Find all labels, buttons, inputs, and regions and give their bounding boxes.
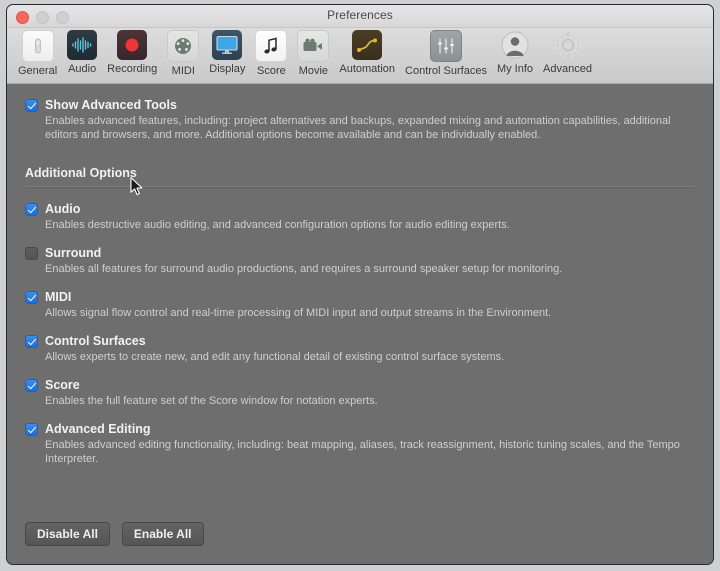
disable-all-button[interactable]: Disable All <box>25 522 110 546</box>
show-advanced-tools-label: Show Advanced Tools <box>45 98 177 112</box>
window-title: Preferences <box>327 8 393 22</box>
show-advanced-tools-checkbox[interactable] <box>25 99 38 112</box>
video-camera-icon <box>297 30 330 62</box>
action-buttons: Disable All Enable All <box>25 522 204 546</box>
toolbar-label: Movie <box>298 65 329 77</box>
toolbar-label: Score <box>256 65 286 77</box>
control-surfaces-label: Control Surfaces <box>45 334 146 348</box>
surround-label: Surround <box>45 246 102 260</box>
surround-row[interactable]: Surround <box>25 246 695 260</box>
pref-audio: Audio Enables destructive audio editing,… <box>25 202 695 232</box>
toolbar-item-midi[interactable]: MIDI <box>162 30 204 77</box>
toolbar-item-recording[interactable]: Recording <box>102 30 162 75</box>
toolbar-label: Advanced <box>543 63 592 75</box>
toolbar-item-display[interactable]: Display <box>204 30 250 75</box>
advanced-editing-description: Enables advanced editing functionality, … <box>45 439 680 465</box>
toolbar-item-control-surfaces[interactable]: Control Surfaces <box>400 30 492 77</box>
surround-checkbox[interactable] <box>25 247 38 260</box>
control-surfaces-row[interactable]: Control Surfaces <box>25 334 695 348</box>
advanced-editing-checkbox[interactable] <box>25 423 38 436</box>
automation-curve-icon <box>352 30 383 60</box>
enable-all-button[interactable]: Enable All <box>121 522 204 546</box>
midi-connector-icon <box>167 30 200 62</box>
toolbar-item-my-info[interactable]: My Info <box>492 30 538 75</box>
window-titlebar: Preferences <box>7 5 713 28</box>
toolbar-label: MIDI <box>171 65 195 77</box>
show-advanced-tools-description: Enables advanced features, including: pr… <box>45 115 671 141</box>
audio-row[interactable]: Audio <box>25 202 695 216</box>
advanced-editing-row[interactable]: Advanced Editing <box>25 422 695 436</box>
show-advanced-tools-row[interactable]: Show Advanced Tools <box>25 98 695 112</box>
audio-description: Enables destructive audio editing, and a… <box>45 219 510 231</box>
additional-options-header: Additional Options <box>25 166 137 180</box>
toolbar-item-movie[interactable]: Movie <box>292 30 334 77</box>
section-divider <box>25 186 695 188</box>
toolbar-label: Display <box>209 63 246 75</box>
audio-checkbox[interactable] <box>25 203 38 216</box>
midi-label: MIDI <box>45 290 72 304</box>
record-circle-icon <box>117 30 148 60</box>
toolbar-item-audio[interactable]: Audio <box>62 30 102 75</box>
toolbar-item-score[interactable]: Score <box>250 30 292 77</box>
midi-row[interactable]: MIDI <box>25 290 695 304</box>
score-label: Score <box>45 378 80 392</box>
audio-label: Audio <box>45 202 81 216</box>
toolbar-item-advanced[interactable]: Advanced <box>538 30 597 75</box>
toolbar-label: Control Surfaces <box>405 65 487 77</box>
toolbar-label: My Info <box>496 63 534 75</box>
toolbar-label: General <box>18 65 58 77</box>
person-icon <box>500 30 530 60</box>
pref-midi: MIDI Allows signal flow control and real… <box>25 290 695 320</box>
audio-waveform-icon <box>67 30 98 60</box>
general-icon <box>21 30 54 62</box>
control-surfaces-description: Allows experts to create new, and edit a… <box>45 351 505 363</box>
preferences-window: Preferences General Audio Recording MIDI… <box>6 4 714 565</box>
preferences-toolbar: General Audio Recording MIDI Display Sco… <box>7 28 713 84</box>
midi-description: Allows signal flow control and real-time… <box>45 307 552 319</box>
pref-show-advanced-tools: Show Advanced Tools Enables advanced fea… <box>25 98 695 142</box>
music-note-icon <box>255 30 288 62</box>
display-monitor-icon <box>212 30 243 60</box>
toolbar-item-general[interactable]: General <box>13 30 62 77</box>
gear-icon <box>553 30 583 60</box>
toolbar-label: Recording <box>107 63 158 75</box>
faders-icon <box>429 30 462 62</box>
control-surfaces-checkbox[interactable] <box>25 335 38 348</box>
pref-surround: Surround Enables all features for surrou… <box>25 246 695 276</box>
toolbar-label: Audio <box>68 63 97 75</box>
midi-checkbox[interactable] <box>25 291 38 304</box>
pref-score: Score Enables the full feature set of th… <box>25 378 695 408</box>
toolbar-item-automation[interactable]: Automation <box>334 30 400 75</box>
score-checkbox[interactable] <box>25 379 38 392</box>
score-row[interactable]: Score <box>25 378 695 392</box>
toolbar-label: Automation <box>339 63 396 75</box>
preferences-content: Show Advanced Tools Enables advanced fea… <box>7 84 713 564</box>
pref-control-surfaces: Control Surfaces Allows experts to creat… <box>25 334 695 364</box>
surround-description: Enables all features for surround audio … <box>45 263 563 275</box>
advanced-editing-label: Advanced Editing <box>45 422 151 436</box>
pref-advanced-editing: Advanced Editing Enables advanced editin… <box>25 422 695 466</box>
score-description: Enables the full feature set of the Scor… <box>45 395 378 407</box>
